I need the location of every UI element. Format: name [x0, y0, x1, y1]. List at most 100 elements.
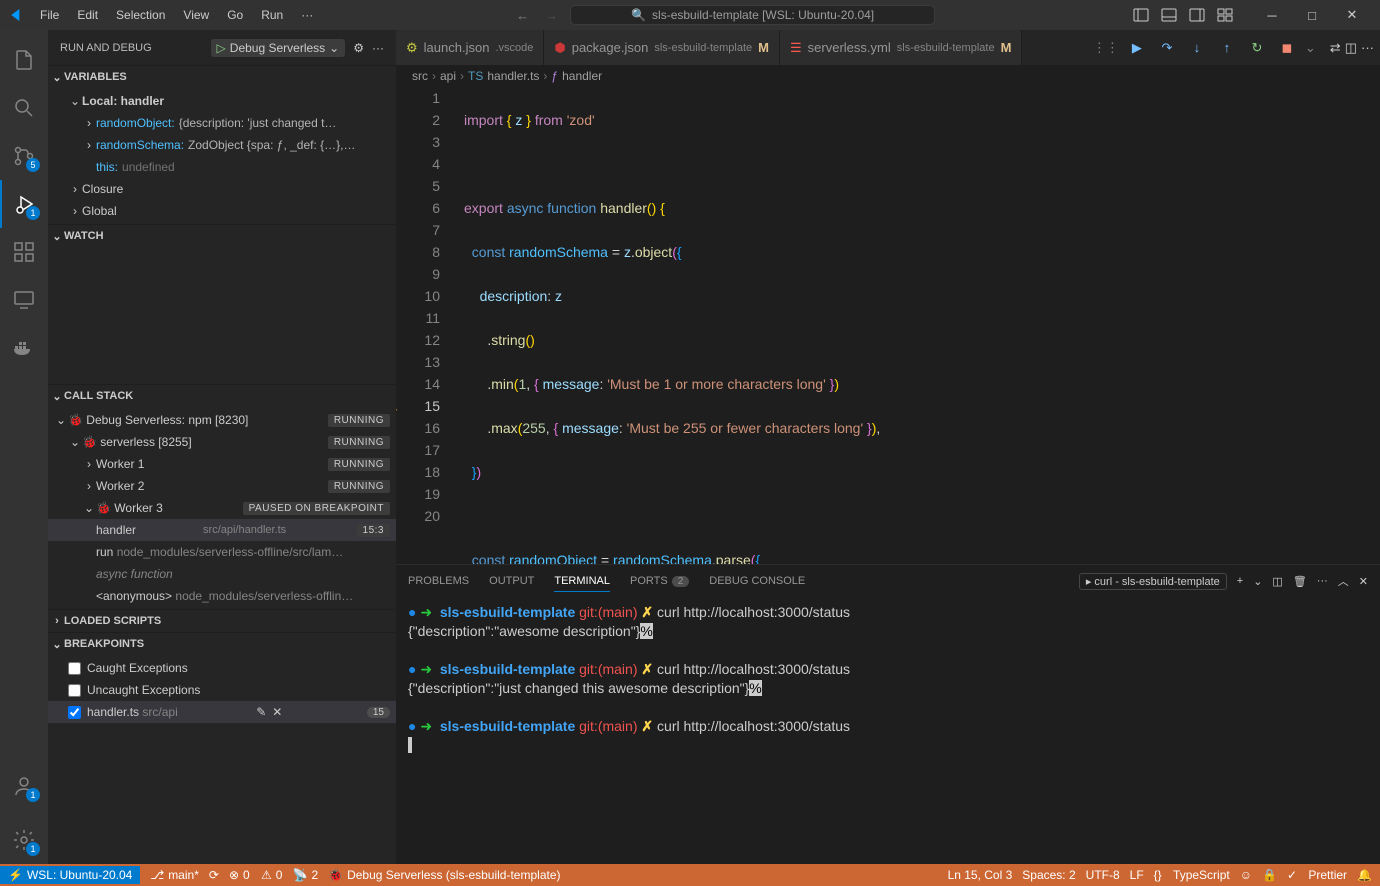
callstack-frame[interactable]: <anonymous> node_modules/serverless-offl…: [48, 585, 396, 607]
remote-indicator[interactable]: ⚡WSL: Ubuntu-20.04: [0, 866, 140, 884]
activity-settings-icon[interactable]: 1: [0, 816, 48, 864]
split-terminal-icon[interactable]: ◫: [1272, 575, 1282, 588]
window-close-icon[interactable]: ✕: [1332, 0, 1372, 30]
step-out-icon[interactable]: ↑: [1215, 36, 1239, 60]
breakpoints-section-header[interactable]: ⌄BREAKPOINTS: [48, 633, 396, 655]
sb-sync[interactable]: ⟳: [209, 868, 219, 882]
callstack-section-header[interactable]: ⌄CALL STACK: [48, 385, 396, 407]
compare-icon[interactable]: ⇄: [1330, 40, 1341, 56]
variables-scope[interactable]: ›Global: [48, 200, 396, 222]
variable-row[interactable]: ›randomSchema:ZodObject {spa: ƒ, _def: {…: [48, 134, 396, 156]
terminal-selector[interactable]: ▸ curl - sls-esbuild-template: [1079, 573, 1227, 590]
activity-source-control-icon[interactable]: 5: [0, 132, 48, 180]
callstack-frame[interactable]: run node_modules/serverless-offline/src/…: [48, 541, 396, 563]
variable-row[interactable]: ›this:undefined: [48, 156, 396, 178]
menu-overflow[interactable]: ···: [293, 4, 321, 26]
chevron-down-icon[interactable]: ⌄: [1305, 40, 1316, 56]
activity-docker-icon[interactable]: [0, 324, 48, 372]
sb-prettier[interactable]: ✓ Prettier: [1287, 868, 1347, 882]
maximize-panel-icon[interactable]: ︿: [1338, 573, 1349, 589]
new-terminal-icon[interactable]: +: [1237, 575, 1243, 587]
close-panel-icon[interactable]: ✕: [1359, 575, 1368, 588]
start-debug-icon[interactable]: ▷: [217, 41, 226, 55]
line-gutter[interactable]: 1234567891011121314▷151617181920: [396, 87, 456, 564]
command-center[interactable]: 🔍 sls-esbuild-template [WSL: Ubuntu-20.0…: [570, 5, 935, 25]
sb-problems[interactable]: ⊗0 ⚠0: [229, 868, 283, 882]
nav-forward-icon[interactable]: →: [545, 8, 558, 23]
panel-tab-terminal[interactable]: TERMINAL: [554, 571, 610, 592]
breadcrumb[interactable]: src› api› TShandler.ts› ƒhandler: [396, 65, 1380, 87]
callstack-worker[interactable]: ›Worker 2RUNNING: [48, 475, 396, 497]
variables-scope[interactable]: ›Closure: [48, 178, 396, 200]
edit-icon[interactable]: ✎: [256, 705, 266, 719]
sb-lncol[interactable]: Ln 15, Col 3: [948, 868, 1013, 882]
bp-uncaught[interactable]: Uncaught Exceptions: [48, 679, 396, 701]
menu-run[interactable]: Run: [253, 4, 291, 26]
activity-account-icon[interactable]: 1: [0, 762, 48, 810]
drag-handle-icon[interactable]: ⋮⋮: [1093, 40, 1119, 56]
panel-tab-problems[interactable]: PROBLEMS: [408, 571, 469, 591]
split-editor-icon[interactable]: ◫: [1345, 40, 1357, 56]
nav-back-icon[interactable]: ←: [516, 8, 529, 23]
activity-run-debug-icon[interactable]: 1: [0, 180, 48, 228]
sb-encoding[interactable]: UTF-8: [1086, 868, 1120, 882]
menu-go[interactable]: Go: [219, 4, 251, 26]
activity-remote-explorer-icon[interactable]: [0, 276, 48, 324]
sb-debug-session[interactable]: 🐞Debug Serverless (sls-esbuild-template): [328, 868, 560, 882]
more-icon[interactable]: ···: [1361, 40, 1374, 56]
minimap[interactable]: [1280, 87, 1380, 564]
continue-icon[interactable]: ▶: [1125, 36, 1149, 60]
tab-serverless-yml[interactable]: ☰serverless.ymlsls-esbuild-templateM: [780, 30, 1022, 65]
activity-explorer-icon[interactable]: [0, 36, 48, 84]
watch-section-header[interactable]: ⌄WATCH: [48, 225, 396, 247]
menu-file[interactable]: File: [32, 4, 67, 26]
layout-sidebar-left-icon[interactable]: [1130, 4, 1152, 26]
bp-file[interactable]: handler.ts src/api✎✕15: [48, 701, 396, 723]
kill-terminal-icon[interactable]: 🗑: [1293, 575, 1307, 588]
callstack-frame[interactable]: handlersrc/api/handler.ts 15:3: [48, 519, 396, 541]
sb-ports[interactable]: 📡2: [292, 868, 318, 882]
window-minimize-icon[interactable]: ─: [1252, 0, 1292, 30]
loadedscripts-section-header[interactable]: ›LOADED SCRIPTS: [48, 610, 396, 632]
callstack-frame[interactable]: async function: [48, 563, 396, 585]
menu-view[interactable]: View: [175, 4, 217, 26]
callstack-worker[interactable]: ›Worker 1RUNNING: [48, 453, 396, 475]
code-editor[interactable]: import { z } from 'zod' export async fun…: [456, 87, 1280, 564]
terminal[interactable]: ● ➜ sls-esbuild-template git:(main) ✗ cu…: [396, 597, 1380, 864]
step-into-icon[interactable]: ↓: [1185, 36, 1209, 60]
sb-lang[interactable]: {} TypeScript: [1154, 868, 1230, 882]
variables-section-header[interactable]: ⌄VARIABLES: [48, 66, 396, 88]
panel-tab-ports[interactable]: PORTS2: [630, 571, 689, 591]
sb-bell-icon[interactable]: 🔔: [1357, 868, 1372, 882]
activity-extensions-icon[interactable]: [0, 228, 48, 276]
tab-package-json[interactable]: ⬢package.jsonsls-esbuild-templateM: [544, 30, 780, 65]
window-maximize-icon[interactable]: □: [1292, 0, 1332, 30]
more-icon[interactable]: ···: [1317, 575, 1328, 587]
tab-launch-json[interactable]: ⚙launch.json.vscode: [396, 30, 544, 65]
callstack-session[interactable]: ⌄🐞 serverless [8255]RUNNING: [48, 431, 396, 453]
variable-row[interactable]: ›randomObject:{description: 'just change…: [48, 112, 396, 134]
step-over-icon[interactable]: ↷: [1155, 36, 1179, 60]
panel-tab-output[interactable]: OUTPUT: [489, 571, 534, 591]
variables-scope[interactable]: ⌄Local: handler: [48, 90, 396, 112]
debug-config-selector[interactable]: ▷ Debug Serverless ⌄: [211, 39, 346, 57]
layout-panel-icon[interactable]: [1158, 4, 1180, 26]
sb-eol[interactable]: LF: [1130, 868, 1144, 882]
sb-spaces[interactable]: Spaces: 2: [1022, 868, 1075, 882]
callstack-worker[interactable]: ⌄🐞 Worker 3PAUSED ON BREAKPOINT: [48, 497, 396, 519]
activity-search-icon[interactable]: [0, 84, 48, 132]
close-icon[interactable]: ✕: [272, 705, 282, 719]
restart-icon[interactable]: ↻: [1245, 36, 1269, 60]
bp-caught[interactable]: Caught Exceptions: [48, 657, 396, 679]
chevron-down-icon[interactable]: ⌄: [1253, 575, 1262, 588]
stop-icon[interactable]: ◼: [1275, 36, 1299, 60]
menu-selection[interactable]: Selection: [108, 4, 173, 26]
layout-customize-icon[interactable]: [1214, 4, 1236, 26]
gear-icon[interactable]: ⚙: [353, 41, 364, 55]
sb-branch[interactable]: ⎇main*: [150, 868, 199, 882]
more-icon[interactable]: ···: [372, 41, 384, 55]
menu-edit[interactable]: Edit: [69, 4, 106, 26]
sb-feedback-icon[interactable]: ☺: [1240, 868, 1252, 882]
callstack-session[interactable]: ⌄🐞 Debug Serverless: npm [8230]RUNNING: [48, 409, 396, 431]
sb-trusted-icon[interactable]: 🔒: [1262, 868, 1277, 882]
